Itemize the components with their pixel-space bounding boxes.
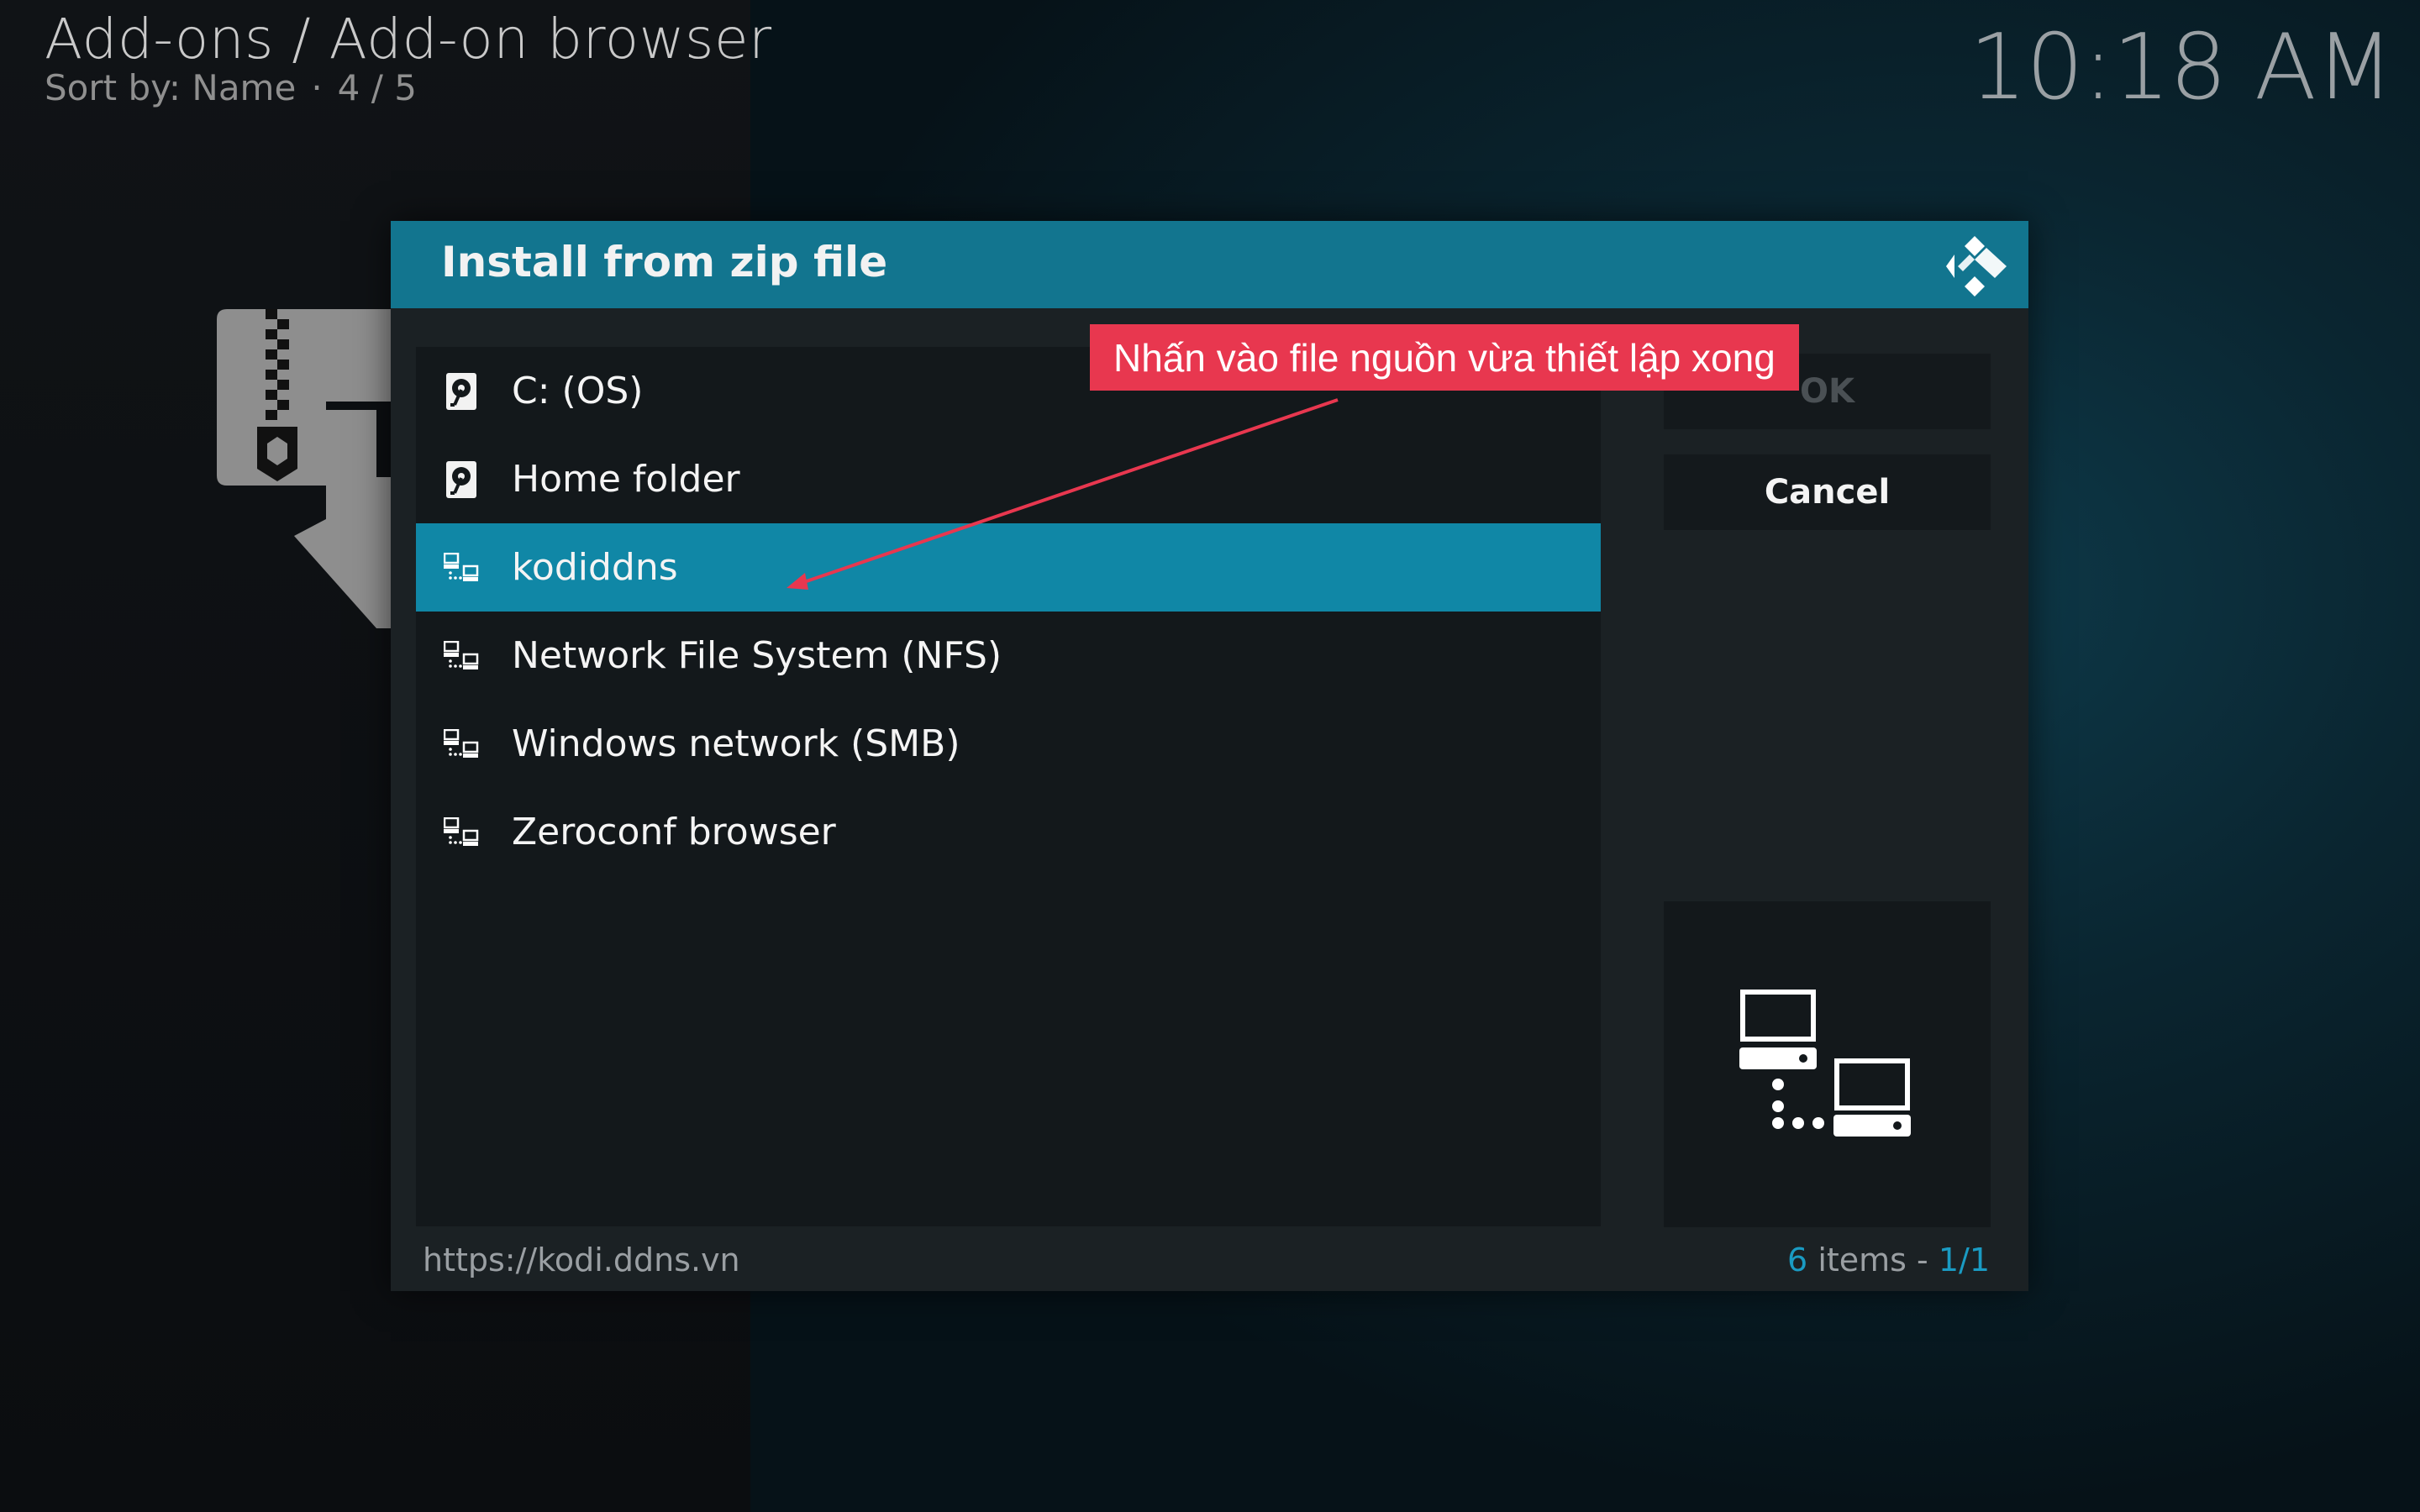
zip-file-icon [217, 309, 402, 628]
items-label: items - [1807, 1242, 1939, 1278]
cancel-button[interactable]: Cancel [1664, 454, 1991, 530]
network-icon [443, 638, 480, 675]
separator: · [311, 67, 323, 108]
selected-path: https://kodi.ddns.vn [423, 1242, 740, 1278]
network-icon [443, 549, 480, 586]
clock: 10:18 AM [1969, 15, 2394, 120]
list-item-label: C: (OS) [512, 370, 644, 412]
list-item-zeroconf[interactable]: Zeroconf browser [416, 788, 1601, 876]
list-item-smb[interactable]: Windows network (SMB) [416, 700, 1601, 788]
network-icon [443, 726, 480, 763]
item-position: 4 / 5 [337, 67, 417, 108]
list-item-label: Home folder [512, 458, 740, 501]
item-count: 6 items - 1/1 [1787, 1242, 1990, 1278]
list-item-label: Zeroconf browser [512, 811, 836, 853]
item-count-number: 6 [1787, 1242, 1808, 1278]
page-indicator: 1/1 [1938, 1242, 1990, 1278]
list-item-label: kodiddns [512, 546, 678, 589]
network-large-icon [1739, 990, 1911, 1137]
sort-label: Sort by: Name [45, 67, 297, 108]
breadcrumb: Add-ons / Add-on browser [45, 7, 772, 71]
hard-drive-icon [443, 460, 480, 498]
source-list: C: (OS) Home folder kodiddns Network Fil… [416, 347, 1601, 1226]
preview-thumbnail [1664, 901, 1991, 1227]
kodi-logo-icon [1946, 236, 2007, 297]
network-icon [443, 814, 480, 851]
dialog-title: Install from zip file [441, 238, 888, 286]
list-item-home-folder[interactable]: Home folder [416, 435, 1601, 523]
list-item-nfs[interactable]: Network File System (NFS) [416, 612, 1601, 700]
hard-drive-icon [443, 372, 480, 410]
list-item-label: Windows network (SMB) [512, 722, 960, 765]
list-item-kodiddns[interactable]: kodiddns [416, 523, 1601, 612]
dialog-header: Install from zip file [391, 221, 2028, 308]
annotation-callout: Nhấn vào file nguồn vừa thiết lập xong [1090, 324, 1799, 391]
sort-info: Sort by: Name · 4 / 5 [45, 67, 417, 108]
list-item-label: Network File System (NFS) [512, 634, 1002, 677]
